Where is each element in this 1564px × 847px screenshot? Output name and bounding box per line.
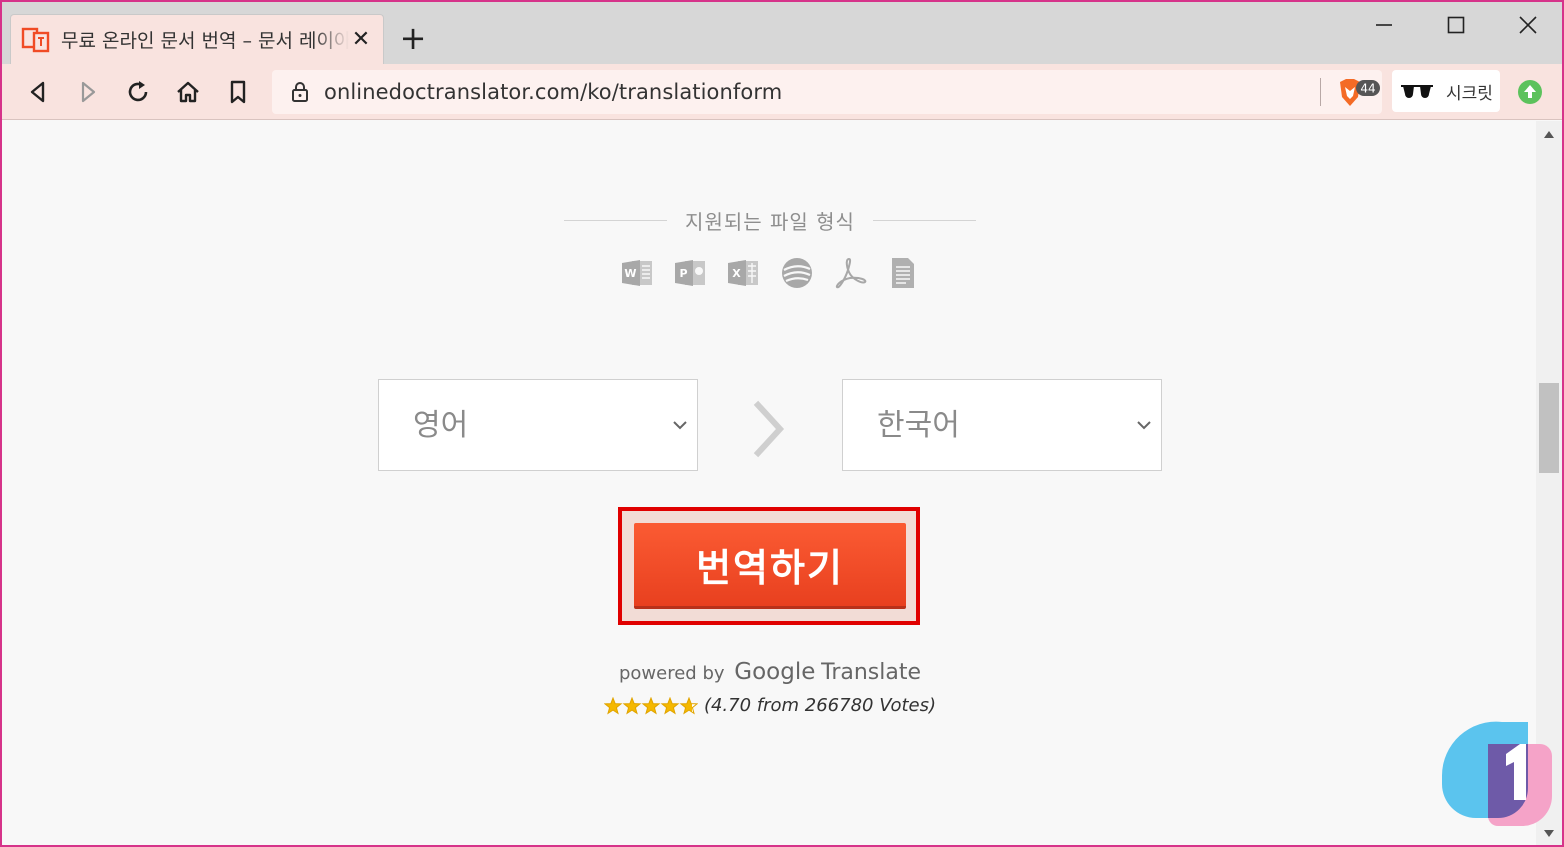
text-file-icon <box>885 255 921 291</box>
pdf-icon <box>832 255 868 291</box>
incognito-button[interactable]: 시크릿 <box>1392 70 1500 112</box>
powerpoint-icon: P <box>673 255 709 291</box>
incognito-glasses-icon <box>1401 85 1433 98</box>
address-bar[interactable]: onlinedoctranslator.com/ko/translationfo… <box>272 70 1382 114</box>
rating-stars-icon <box>603 696 698 715</box>
scroll-down-icon[interactable] <box>1543 829 1555 839</box>
browser-window: 무료 온라인 문서 번역 – 문서 레이아웃 보존 ✕ + <box>0 0 1564 847</box>
chevron-down-icon <box>1137 421 1151 430</box>
translate-logo-text: Translate <box>821 660 922 685</box>
channel-logo-icon <box>1441 721 1552 826</box>
translate-button[interactable]: 번역하기 <box>634 523 906 609</box>
chevron-down-icon <box>673 421 687 430</box>
maximize-icon[interactable] <box>1436 8 1476 42</box>
url-separator <box>1320 78 1321 106</box>
google-logo-text: Google <box>734 659 816 685</box>
target-language-value: 한국어 <box>877 408 960 443</box>
svg-text:W: W <box>624 267 636 280</box>
bookmark-icon[interactable] <box>222 76 254 108</box>
url-text[interactable]: onlinedoctranslator.com/ko/translationfo… <box>324 70 782 114</box>
source-language-select[interactable]: 영어 <box>378 379 698 471</box>
site-favicon-icon <box>21 27 50 52</box>
supported-formats-header: 지원되는 파일 형식 <box>564 205 977 235</box>
rating-row: (4.70 from 266780 Votes) <box>2 695 1538 716</box>
browser-toolbar: onlinedoctranslator.com/ko/translationfo… <box>2 64 1562 120</box>
close-window-icon[interactable] <box>1508 8 1548 42</box>
supported-formats-title: 지원되는 파일 형식 <box>685 209 855 234</box>
scroll-thumb[interactable] <box>1539 383 1559 473</box>
rating-star <box>622 696 642 715</box>
tab-strip: 무료 온라인 문서 번역 – 문서 레이아웃 보존 ✕ + <box>2 2 1562 64</box>
format-icon-list: W P X <box>620 255 921 291</box>
target-language-select[interactable]: 한국어 <box>842 379 1162 471</box>
incognito-label: 시크릿 <box>1446 83 1493 104</box>
tab-title: 무료 온라인 문서 번역 – 문서 레이아웃 보존 <box>61 30 349 52</box>
tab-close-icon[interactable]: ✕ <box>349 27 373 52</box>
divider <box>872 219 977 221</box>
powered-by-google: powered by Google Translate <box>2 659 1538 685</box>
rating-star <box>660 696 680 715</box>
rating-star <box>679 696 698 715</box>
scroll-up-icon[interactable] <box>1543 129 1555 139</box>
back-icon[interactable] <box>22 76 54 108</box>
home-icon[interactable] <box>172 76 204 108</box>
divider <box>564 219 668 221</box>
svg-text:X: X <box>732 267 741 280</box>
word-icon: W <box>620 255 656 291</box>
rating-star <box>641 696 661 715</box>
opendocument-icon <box>779 255 815 291</box>
rating-star <box>603 696 623 715</box>
forward-icon[interactable] <box>72 76 104 108</box>
update-icon[interactable] <box>1516 78 1544 106</box>
page-content: 지원되는 파일 형식 W P X 영어 한국어 번역하기 powered by … <box>2 121 1538 845</box>
active-tab[interactable]: 무료 온라인 문서 번역 – 문서 레이아웃 보존 ✕ <box>10 14 384 64</box>
source-language-value: 영어 <box>413 408 469 443</box>
powered-by-text: powered by <box>618 663 725 684</box>
arrow-right-icon <box>753 400 785 458</box>
lock-icon[interactable] <box>290 81 310 103</box>
svg-text:P: P <box>679 267 687 280</box>
brave-shields-icon[interactable]: 44 <box>1336 77 1382 109</box>
minimize-icon[interactable] <box>1364 8 1404 42</box>
excel-icon: X <box>726 255 762 291</box>
shields-count: 44 <box>1360 82 1375 96</box>
new-tab-button[interactable]: + <box>398 20 428 56</box>
rating-text: (4.70 from 266780 Votes) <box>703 695 937 716</box>
reload-icon[interactable] <box>122 76 154 108</box>
translate-button-highlight: 번역하기 <box>618 507 920 625</box>
